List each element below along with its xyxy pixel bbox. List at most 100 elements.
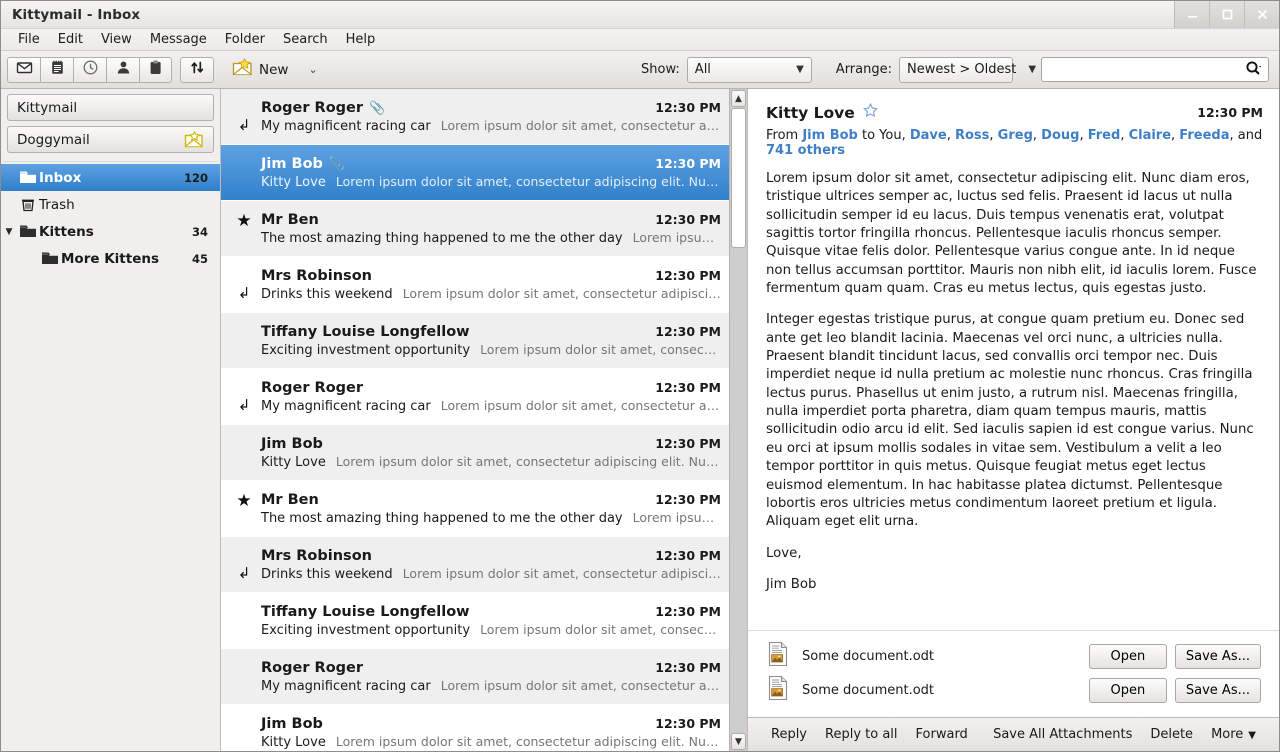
from-prefix: From — [766, 128, 803, 143]
sync-button[interactable] — [180, 56, 214, 83]
minimize-button[interactable] — [1174, 1, 1209, 28]
message-time: 12:30 PM — [655, 155, 721, 171]
message-row[interactable]: ↲ Roger Roger 📎 12:30 PM My magnificent raci… — [221, 89, 729, 145]
menu-file[interactable]: File — [9, 30, 49, 49]
sidebar-item-trash[interactable]: Trash — [1, 191, 220, 218]
more-button[interactable]: More ▼ — [1202, 724, 1265, 745]
search-input[interactable] — [1048, 62, 1245, 77]
reply-button[interactable]: Reply — [762, 724, 816, 745]
message-sender: Jim Bob — [261, 155, 323, 172]
message-row[interactable]: ↲ Roger Roger 12:30 PM My magnificent racin… — [221, 369, 729, 425]
show-filter-value: All — [694, 62, 711, 77]
body-paragraph: Jim Bob — [766, 576, 817, 592]
delete-button[interactable]: Delete — [1141, 724, 1202, 745]
message-subject: My magnificent racing car — [261, 678, 431, 694]
clipboard-icon-button[interactable] — [139, 56, 172, 83]
message-list[interactable]: ↲ Roger Roger 📎 12:30 PM My magnificent raci… — [221, 89, 729, 751]
message-time: 12:30 PM — [655, 267, 721, 283]
message-time: 12:30 PM — [655, 491, 721, 507]
recipient-link[interactable]: Freeda — [1179, 128, 1229, 143]
recipient-link[interactable]: Ross — [955, 128, 989, 143]
clock-icon-button[interactable] — [73, 56, 106, 83]
account-kittymail[interactable]: Kittymail — [7, 94, 214, 121]
body-paragraph: Lorem ipsum dolor sit amet, consectetur … — [766, 171, 1257, 297]
show-filter-select[interactable]: All ▼ — [686, 56, 812, 83]
message-row[interactable]: ↲ Mrs Robinson 12:30 PM Drinks this weekend… — [221, 257, 729, 313]
search-box[interactable] — [1041, 57, 1269, 82]
sender-link[interactable]: Jim Bob — [802, 128, 858, 143]
reading-pane: Kitty Love 12:30 PM From Jim Bob to You,… — [748, 89, 1279, 751]
scroll-down-button[interactable]: ▼ — [731, 733, 746, 750]
notepad-icon — [49, 59, 66, 80]
forward-button[interactable]: Forward — [907, 724, 977, 745]
recipient-link[interactable]: Doug — [1041, 128, 1079, 143]
menu-folder[interactable]: Folder — [216, 30, 274, 49]
menu-help[interactable]: Help — [337, 30, 385, 49]
envelope-icon-button[interactable] — [7, 56, 40, 83]
message-time: 12:30 PM — [655, 715, 721, 731]
attachment-open-button[interactable]: Open — [1088, 643, 1167, 669]
separator: , — [989, 128, 998, 143]
arrange-sort-select[interactable]: Newest > Oldest ▼ — [899, 56, 1036, 83]
recipient-link[interactable]: Greg — [998, 128, 1033, 143]
message-sender: Roger Roger — [261, 99, 364, 116]
chevron-down-icon: ▼ — [1028, 64, 1037, 75]
message-row[interactable]: Tiffany Louise Longfellow 12:30 PM Excitin… — [221, 313, 729, 369]
others-link[interactable]: 741 others — [766, 143, 845, 158]
message-row[interactable]: Jim Bob 📎 12:30 PM Kitty Love Lorem ipsum do… — [221, 145, 729, 201]
save-all-attachments-button[interactable]: Save All Attachments — [984, 724, 1141, 745]
message-row[interactable]: ★ Mr Ben 12:30 PM The most amazing thing ha… — [221, 201, 729, 257]
close-button[interactable] — [1244, 1, 1279, 28]
sidebar-item-kittens[interactable]: ▼ Kittens 34 — [1, 218, 220, 245]
folder-label: Kittens — [39, 223, 94, 240]
message-row[interactable]: Jim Bob 12:30 PM Kitty Love Lorem ipsum dol… — [221, 705, 729, 751]
message-sender: Jim Bob — [261, 435, 323, 452]
recipient-link[interactable]: Fred — [1088, 128, 1121, 143]
scrollbar-track[interactable] — [730, 108, 747, 732]
menu-edit[interactable]: Edit — [49, 30, 92, 49]
scrollbar-thumb[interactable] — [731, 108, 746, 248]
maximize-button[interactable] — [1209, 1, 1244, 28]
message-row[interactable]: Roger Roger 12:30 PM My magnificent racing… — [221, 649, 729, 705]
body-paragraph: Integer egestas tristique purus, at cong… — [766, 312, 1254, 530]
message-subject: Drinks this weekend — [261, 286, 393, 302]
sidebar-item-more-kittens[interactable]: More Kittens 45 — [1, 245, 220, 272]
star-outline-icon[interactable] — [862, 102, 878, 122]
message-row[interactable]: Jim Bob 12:30 PM Kitty Love Lorem ipsum dol… — [221, 425, 729, 481]
chevron-down-icon: ▼ — [796, 64, 804, 75]
folder-icon — [17, 224, 39, 239]
message-row[interactable]: ↲ Mrs Robinson 12:30 PM Drinks this weekend… — [221, 537, 729, 593]
message-subject: Kitty Love — [261, 734, 326, 750]
menu-view[interactable]: View — [92, 30, 141, 49]
separator: , — [1079, 128, 1088, 143]
menu-search[interactable]: Search — [274, 30, 337, 49]
twisty-icon[interactable]: ▼ — [1, 227, 17, 237]
account-doggymail[interactable]: Doggymail — [7, 126, 214, 153]
sidebar-item-inbox[interactable]: Inbox 120 — [1, 164, 220, 191]
recipient-link[interactable]: Dave — [910, 128, 947, 143]
reply-all-button[interactable]: Reply to all — [816, 724, 907, 745]
chevron-down-icon[interactable]: ⌄ — [308, 63, 317, 76]
scroll-up-button[interactable]: ▲ — [731, 90, 746, 107]
menu-message[interactable]: Message — [141, 30, 216, 49]
attachment-open-button[interactable]: Open — [1088, 677, 1167, 703]
person-icon-button[interactable] — [106, 56, 139, 83]
new-message-button[interactable]: New ⌄ — [226, 54, 324, 85]
recipient-link[interactable]: Claire — [1129, 128, 1171, 143]
message-time: 12:30 PM — [655, 211, 721, 227]
replied-icon: ↲ — [237, 284, 251, 302]
message-row[interactable]: ★ Mr Ben 12:30 PM The most amazing thing ha… — [221, 481, 729, 537]
separator: , — [946, 128, 955, 143]
sync-arrows-icon — [189, 59, 206, 80]
search-icon[interactable] — [1245, 60, 1262, 80]
notepad-icon-button[interactable] — [40, 56, 73, 83]
message-row[interactable]: Tiffany Louise Longfellow 12:30 PM Excitin… — [221, 593, 729, 649]
message-time: 12:30 PM — [1197, 105, 1263, 120]
attachment-save-as-button[interactable]: Save As... — [1174, 643, 1261, 669]
menu-bar: File Edit View Message Folder Search Hel… — [1, 29, 1279, 51]
attachment-save-as-button[interactable]: Save As... — [1174, 677, 1261, 703]
message-list-scrollbar[interactable]: ▲ ▼ — [729, 89, 747, 751]
message-subject: My magnificent racing car — [261, 398, 431, 414]
message-list-panel: ↲ Roger Roger 📎 12:30 PM My magnificent raci… — [221, 89, 748, 751]
folder-count: 45 — [191, 251, 208, 266]
